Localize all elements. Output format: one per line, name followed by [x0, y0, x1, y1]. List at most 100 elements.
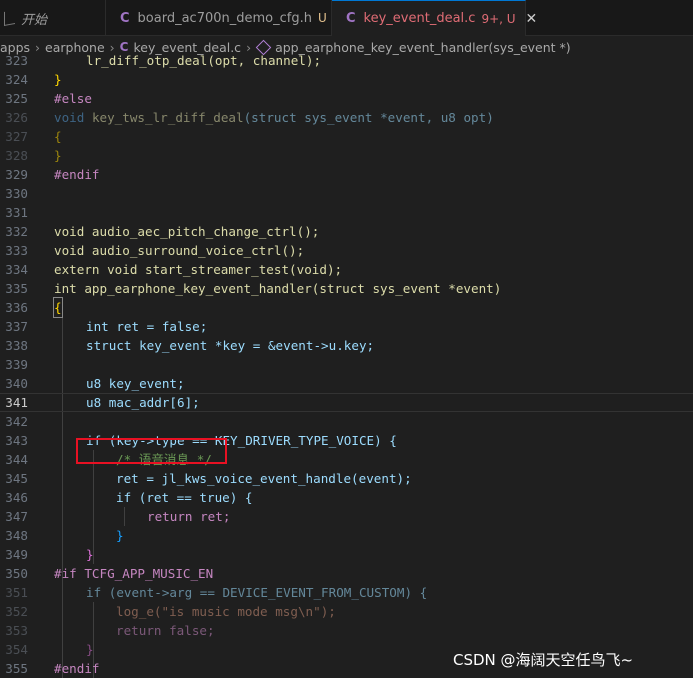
line-number: 336	[5, 300, 28, 315]
line-number: 342	[5, 414, 28, 429]
line-number: 353	[5, 623, 28, 638]
line-number: 345	[5, 471, 28, 486]
line-number: 339	[5, 357, 28, 372]
code-text: #if TCFG_APP_MUSIC_EN	[54, 566, 214, 581]
tab-label: board_ac700n_demo_cfg.h	[137, 10, 312, 26]
line-number: 354	[5, 642, 28, 657]
code-line: 324}	[0, 70, 693, 89]
code-line: 331	[0, 203, 693, 222]
start-page-icon	[4, 10, 15, 26]
line-number: 344	[5, 452, 28, 467]
code-line: 332 void audio_aec_pitch_change_ctrl();	[0, 222, 693, 241]
code-text: if (event->arg == DEVICE_EVENT_FROM_CUST…	[86, 585, 428, 600]
line-number: 332	[5, 224, 28, 239]
code-keyword: void	[54, 110, 85, 125]
code-text: u8 key_event;	[86, 376, 185, 391]
code-function-name: key_tws_lr_diff_deal	[91, 110, 244, 125]
code-text: extern void start_streamer_test(void);	[54, 262, 343, 277]
tab-key-event-deal[interactable]: C key_event_deal.c 9+, U ✕	[332, 0, 537, 36]
code-line: 338 struct key_event *key = &event->u.key…	[0, 336, 693, 355]
line-number: 346	[5, 490, 28, 505]
line-number: 340	[5, 376, 28, 391]
tab-label: 开始	[21, 12, 48, 28]
c-file-icon: C	[120, 10, 130, 26]
code-text: lr_diff_otp_deal(opt, channel);	[86, 53, 322, 68]
code-text: int ret = false;	[86, 319, 208, 334]
code-text: {	[54, 129, 62, 144]
line-number: 347	[5, 509, 28, 524]
line-number: 333	[5, 243, 28, 258]
line-number: 326	[5, 110, 28, 125]
code-line: 325 #else	[0, 89, 693, 108]
code-text: {	[53, 297, 63, 318]
line-number: 324	[5, 72, 28, 87]
code-text: int app_earphone_key_event_handler(struc…	[54, 281, 502, 296]
line-number: 349	[5, 547, 28, 562]
code-text: struct key_event *key = &event->u.key;	[86, 338, 375, 353]
tab-board-cfg[interactable]: C board_ac700n_demo_cfg.h U	[106, 0, 332, 36]
code-line: 326 void key_tws_lr_diff_deal(struct sys_…	[0, 108, 693, 127]
close-icon[interactable]: ✕	[526, 11, 538, 27]
code-text: #endif	[54, 661, 100, 676]
code-line: 335 int app_earphone_key_event_handler(st…	[0, 279, 693, 298]
code-text: return false;	[116, 623, 215, 638]
line-number: 343	[5, 433, 28, 448]
line-number: 325	[5, 91, 28, 106]
code-line: 329 #endif	[0, 165, 693, 184]
line-number: 348	[5, 528, 28, 543]
code-text: #endif	[54, 167, 100, 182]
line-number: 331	[5, 205, 28, 220]
tab-bar: 开始 C board_ac700n_demo_cfg.h U C key_eve…	[0, 0, 693, 36]
line-number: 323	[5, 53, 28, 68]
tab-status-badge: 9+, U	[481, 11, 516, 26]
code-line: 342	[0, 412, 693, 431]
code-text: }	[116, 528, 124, 543]
code-line: 352 log_e("is music mode msg\n");	[0, 602, 693, 621]
code-line: 328}	[0, 146, 693, 165]
line-number: 352	[5, 604, 28, 619]
annotation-highlight-box	[76, 438, 227, 464]
code-args: (struct sys_event *event, u8 opt)	[243, 110, 494, 125]
tab-start[interactable]: 开始	[0, 0, 106, 36]
code-text: return ret;	[147, 509, 231, 524]
code-line: 333 void audio_surround_voice_ctrl();	[0, 241, 693, 260]
code-line: 345 ret = jl_kws_voice_event_handle(event…	[0, 469, 693, 488]
code-line: 327 {	[0, 127, 693, 146]
tab-label: key_event_deal.c	[363, 11, 476, 26]
line-number: 334	[5, 262, 28, 277]
code-line: 347 return ret;	[0, 507, 693, 526]
c-file-icon: C	[346, 11, 356, 26]
code-line: 349}	[0, 545, 693, 564]
code-text: log_e("is music mode msg\n");	[116, 604, 336, 619]
line-number: 338	[5, 338, 28, 353]
line-number: 327	[5, 129, 28, 144]
code-line: 350 #if TCFG_APP_MUSIC_EN	[0, 564, 693, 583]
line-number: 330	[5, 186, 28, 201]
code-text: if (ret == true) {	[116, 490, 253, 505]
watermark: CSDN @海阔天空任鸟飞~	[453, 651, 634, 669]
code-line: 348}	[0, 526, 693, 545]
line-number: 335	[5, 281, 28, 296]
code-line: 336 {	[0, 297, 693, 318]
line-number: 350	[5, 566, 28, 581]
line-number: 341	[5, 395, 28, 410]
line-number: 355	[5, 661, 28, 676]
code-line: 323 lr_diff_otp_deal(opt, channel);	[0, 51, 693, 70]
line-number: 329	[5, 167, 28, 182]
code-line: 339	[0, 355, 693, 374]
code-editor[interactable]: 323 lr_diff_otp_deal(opt, channel); 324} …	[0, 51, 693, 678]
tab-status-badge: U	[317, 11, 327, 25]
code-text: u8 mac_addr[6];	[86, 395, 200, 410]
code-line: 334 extern void start_streamer_test(void)…	[0, 260, 693, 279]
code-line: 353 return false;	[0, 621, 693, 640]
code-text: }	[86, 547, 94, 562]
code-text: ret = jl_kws_voice_event_handle(event);	[116, 471, 412, 486]
code-line: 340 u8 key_event;	[0, 374, 693, 393]
code-line: 346 if (ret == true) {	[0, 488, 693, 507]
code-text: void audio_surround_voice_ctrl();	[54, 243, 305, 258]
code-line: 330	[0, 184, 693, 203]
code-line: 337 int ret = false;	[0, 317, 693, 336]
line-number: 351	[5, 585, 28, 600]
code-line-current: 341 u8 mac_addr[6];	[0, 393, 693, 412]
line-number: 328	[5, 148, 28, 163]
